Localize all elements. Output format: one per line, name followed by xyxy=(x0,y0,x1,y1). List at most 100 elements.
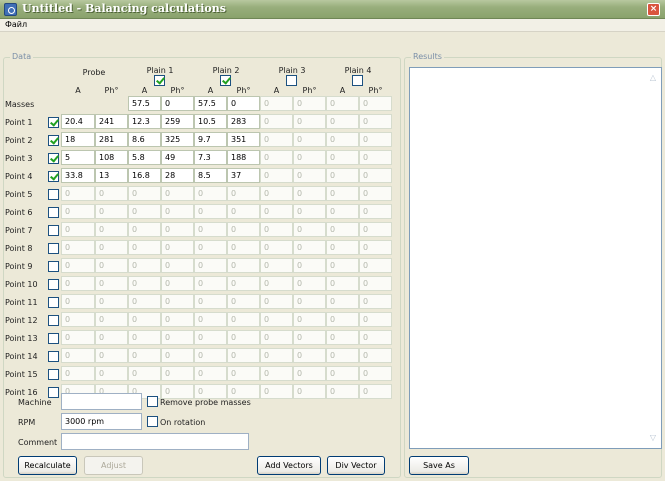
point-cell[interactable]: 0 xyxy=(95,312,128,327)
point-cell[interactable]: 0 xyxy=(227,330,260,345)
point-cell[interactable]: 0 xyxy=(326,258,359,273)
point-cell[interactable]: 0 xyxy=(61,366,95,381)
point-cell[interactable]: 5 xyxy=(61,150,95,165)
masses-cell[interactable]: 0 xyxy=(293,96,326,111)
point-cell[interactable]: 0 xyxy=(227,186,260,201)
point-cell[interactable]: 0 xyxy=(293,384,326,399)
point-cell[interactable]: 9.7 xyxy=(194,132,227,147)
point-cell[interactable]: 0 xyxy=(260,222,293,237)
remove-probe-checkbox[interactable] xyxy=(147,396,158,407)
point-cell[interactable]: 0 xyxy=(359,114,392,129)
point-cell[interactable]: 0 xyxy=(95,186,128,201)
point-cell[interactable]: 0 xyxy=(95,330,128,345)
point-cell[interactable]: 0 xyxy=(227,384,260,399)
point-cell[interactable]: 0 xyxy=(194,276,227,291)
point-checkbox[interactable] xyxy=(48,297,59,308)
point-cell[interactable]: 0 xyxy=(128,330,161,345)
point-cell[interactable]: 0 xyxy=(161,276,194,291)
point-cell[interactable]: 0 xyxy=(326,204,359,219)
point-cell[interactable]: 0 xyxy=(61,204,95,219)
plain4-checkbox[interactable] xyxy=(352,75,363,86)
point-cell[interactable]: 0 xyxy=(293,114,326,129)
point-cell[interactable]: 0 xyxy=(161,186,194,201)
point-cell[interactable]: 0 xyxy=(359,168,392,183)
point-cell[interactable]: 33.8 xyxy=(61,168,95,183)
point-cell[interactable]: 37 xyxy=(227,168,260,183)
rpm-field[interactable]: 3000 rpm xyxy=(61,413,142,430)
point-cell[interactable]: 18 xyxy=(61,132,95,147)
point-cell[interactable]: 0 xyxy=(293,132,326,147)
point-checkbox[interactable] xyxy=(48,279,59,290)
point-cell[interactable]: 0 xyxy=(293,222,326,237)
point-checkbox[interactable] xyxy=(48,261,59,272)
point-cell[interactable]: 0 xyxy=(326,240,359,255)
point-cell[interactable]: 0 xyxy=(326,384,359,399)
point-cell[interactable]: 0 xyxy=(61,276,95,291)
point-cell[interactable]: 0 xyxy=(161,366,194,381)
point-cell[interactable]: 0 xyxy=(161,258,194,273)
point-checkbox[interactable] xyxy=(48,351,59,362)
point-cell[interactable]: 12.3 xyxy=(128,114,161,129)
point-cell[interactable]: 0 xyxy=(359,294,392,309)
point-cell[interactable]: 0 xyxy=(95,366,128,381)
comment-field[interactable] xyxy=(61,433,249,450)
point-checkbox[interactable] xyxy=(48,189,59,200)
point-cell[interactable]: 0 xyxy=(260,330,293,345)
point-cell[interactable]: 28 xyxy=(161,168,194,183)
point-cell[interactable]: 0 xyxy=(161,240,194,255)
masses-cell[interactable]: 57.5 xyxy=(194,96,227,111)
point-cell[interactable]: 0 xyxy=(227,204,260,219)
point-checkbox[interactable] xyxy=(48,135,59,146)
point-cell[interactable]: 0 xyxy=(61,258,95,273)
point-cell[interactable]: 0 xyxy=(293,276,326,291)
point-cell[interactable]: 0 xyxy=(260,384,293,399)
point-cell[interactable]: 0 xyxy=(194,366,227,381)
scroll-up-icon[interactable]: △ xyxy=(649,74,657,82)
point-cell[interactable]: 0 xyxy=(128,222,161,237)
point-cell[interactable]: 0 xyxy=(95,258,128,273)
point-cell[interactable]: 0 xyxy=(128,276,161,291)
point-cell[interactable]: 283 xyxy=(227,114,260,129)
point-cell[interactable]: 0 xyxy=(260,168,293,183)
point-cell[interactable]: 0 xyxy=(260,348,293,363)
recalculate-button[interactable]: Recalculate xyxy=(18,456,77,475)
point-cell[interactable]: 0 xyxy=(359,222,392,237)
masses-cell[interactable]: 57.5 xyxy=(128,96,161,111)
point-cell[interactable]: 0 xyxy=(326,222,359,237)
point-cell[interactable]: 0 xyxy=(95,294,128,309)
point-cell[interactable]: 0 xyxy=(128,312,161,327)
scroll-down-icon[interactable]: ▽ xyxy=(649,434,657,442)
point-cell[interactable]: 0 xyxy=(326,366,359,381)
point-cell[interactable]: 8.6 xyxy=(128,132,161,147)
point-checkbox[interactable] xyxy=(48,225,59,236)
point-cell[interactable]: 0 xyxy=(61,330,95,345)
point-cell[interactable]: 0 xyxy=(260,240,293,255)
point-cell[interactable]: 0 xyxy=(260,366,293,381)
point-cell[interactable]: 0 xyxy=(359,276,392,291)
masses-cell[interactable]: 0 xyxy=(326,96,359,111)
point-cell[interactable]: 0 xyxy=(227,294,260,309)
point-cell[interactable]: 0 xyxy=(128,258,161,273)
close-button[interactable]: × xyxy=(647,3,660,16)
point-cell[interactable]: 281 xyxy=(95,132,128,147)
point-cell[interactable]: 8.5 xyxy=(194,168,227,183)
menu-file[interactable]: Файл xyxy=(5,20,27,29)
point-cell[interactable]: 0 xyxy=(95,204,128,219)
point-cell[interactable]: 0 xyxy=(128,348,161,363)
point-cell[interactable]: 0 xyxy=(293,168,326,183)
point-cell[interactable]: 0 xyxy=(194,240,227,255)
point-cell[interactable]: 0 xyxy=(61,222,95,237)
point-cell[interactable]: 0 xyxy=(194,222,227,237)
point-cell[interactable]: 0 xyxy=(326,168,359,183)
point-cell[interactable]: 0 xyxy=(260,258,293,273)
point-cell[interactable]: 0 xyxy=(128,294,161,309)
point-cell[interactable]: 0 xyxy=(194,330,227,345)
point-cell[interactable]: 0 xyxy=(293,240,326,255)
div-vector-button[interactable]: Div Vector xyxy=(327,456,385,475)
point-cell[interactable]: 0 xyxy=(293,366,326,381)
point-cell[interactable]: 0 xyxy=(161,204,194,219)
point-cell[interactable]: 0 xyxy=(194,258,227,273)
point-cell[interactable]: 0 xyxy=(293,348,326,363)
point-cell[interactable]: 7.3 xyxy=(194,150,227,165)
save-as-button[interactable]: Save As xyxy=(409,456,469,475)
